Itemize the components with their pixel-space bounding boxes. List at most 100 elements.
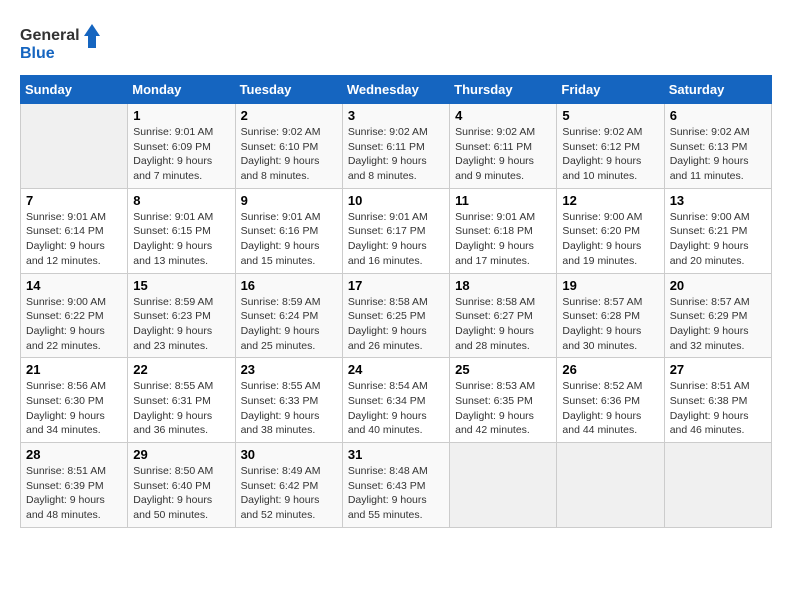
calendar-cell: 25 Sunrise: 8:53 AMSunset: 6:35 PMDayligh… bbox=[450, 358, 557, 443]
day-info: Sunrise: 8:59 AMSunset: 6:24 PMDaylight:… bbox=[241, 295, 337, 354]
calendar-cell: 2Sunrise: 9:02 AMSunset: 6:10 PMDaylight… bbox=[235, 104, 342, 189]
day-info: Sunrise: 9:01 AMSunset: 6:17 PMDaylight:… bbox=[348, 210, 444, 269]
day-info: Sunrise: 8:58 AMSunset: 6:25 PMDaylight:… bbox=[348, 295, 444, 354]
calendar-cell: 29Sunrise: 8:50 AMSunset: 6:40 PMDayligh… bbox=[128, 443, 235, 528]
svg-text:Blue: Blue bbox=[20, 45, 55, 62]
weekday-header-thursday: Thursday bbox=[450, 76, 557, 104]
calendar-cell: 1 Sunrise: 9:01 AMSunset: 6:09 PMDaylight… bbox=[128, 104, 235, 189]
day-number: 18 bbox=[455, 278, 551, 293]
day-info: Sunrise: 9:00 AMSunset: 6:21 PMDaylight:… bbox=[670, 210, 766, 269]
day-info: Sunrise: 9:02 AMSunset: 6:12 PMDaylight:… bbox=[562, 125, 658, 184]
day-info: Sunrise: 8:51 AMSunset: 6:38 PMDaylight:… bbox=[670, 379, 766, 438]
calendar-cell: 21 Sunrise: 8:56 AMSunset: 6:30 PMDayligh… bbox=[21, 358, 128, 443]
day-number: 29 bbox=[133, 447, 229, 462]
day-number: 1 bbox=[133, 108, 229, 123]
day-number: 7 bbox=[26, 193, 122, 208]
day-number: 31 bbox=[348, 447, 444, 462]
day-number: 3 bbox=[348, 108, 444, 123]
calendar-cell bbox=[557, 443, 664, 528]
day-info: Sunrise: 8:59 AMSunset: 6:23 PMDaylight:… bbox=[133, 295, 229, 354]
day-number: 6 bbox=[670, 108, 766, 123]
calendar-week-row: 14 Sunrise: 9:00 AMSunset: 6:22 PMDayligh… bbox=[21, 273, 772, 358]
calendar-cell: 20Sunrise: 8:57 AMSunset: 6:29 PMDayligh… bbox=[664, 273, 771, 358]
calendar-cell: 3 Sunrise: 9:02 AMSunset: 6:11 PMDaylight… bbox=[342, 104, 449, 189]
calendar-cell: 9 Sunrise: 9:01 AMSunset: 6:16 PMDaylight… bbox=[235, 188, 342, 273]
day-info: Sunrise: 9:01 AMSunset: 6:18 PMDaylight:… bbox=[455, 210, 551, 269]
calendar-cell: 8 Sunrise: 9:01 AMSunset: 6:15 PMDaylight… bbox=[128, 188, 235, 273]
day-number: 4 bbox=[455, 108, 551, 123]
logo: General Blue bbox=[20, 20, 100, 65]
day-info: Sunrise: 8:48 AMSunset: 6:43 PMDaylight:… bbox=[348, 464, 444, 523]
calendar-week-row: 28Sunrise: 8:51 AMSunset: 6:39 PMDayligh… bbox=[21, 443, 772, 528]
day-number: 25 bbox=[455, 362, 551, 377]
day-info: Sunrise: 9:02 AMSunset: 6:13 PMDaylight:… bbox=[670, 125, 766, 184]
calendar-cell: 10Sunrise: 9:01 AMSunset: 6:17 PMDayligh… bbox=[342, 188, 449, 273]
day-info: Sunrise: 9:01 AMSunset: 6:16 PMDaylight:… bbox=[241, 210, 337, 269]
day-number: 8 bbox=[133, 193, 229, 208]
day-info: Sunrise: 8:51 AMSunset: 6:39 PMDaylight:… bbox=[26, 464, 122, 523]
day-info: Sunrise: 8:49 AMSunset: 6:42 PMDaylight:… bbox=[241, 464, 337, 523]
calendar-cell: 26Sunrise: 8:52 AMSunset: 6:36 PMDayligh… bbox=[557, 358, 664, 443]
day-number: 9 bbox=[241, 193, 337, 208]
day-number: 16 bbox=[241, 278, 337, 293]
calendar-cell: 16 Sunrise: 8:59 AMSunset: 6:24 PMDayligh… bbox=[235, 273, 342, 358]
calendar-table: SundayMondayTuesdayWednesdayThursdayFrid… bbox=[20, 75, 772, 528]
day-info: Sunrise: 8:58 AMSunset: 6:27 PMDaylight:… bbox=[455, 295, 551, 354]
day-info: Sunrise: 9:00 AMSunset: 6:20 PMDaylight:… bbox=[562, 210, 658, 269]
calendar-cell: 5 Sunrise: 9:02 AMSunset: 6:12 PMDaylight… bbox=[557, 104, 664, 189]
weekday-header-saturday: Saturday bbox=[664, 76, 771, 104]
day-info: Sunrise: 9:02 AMSunset: 6:11 PMDaylight:… bbox=[348, 125, 444, 184]
day-number: 13 bbox=[670, 193, 766, 208]
calendar-week-row: 21 Sunrise: 8:56 AMSunset: 6:30 PMDayligh… bbox=[21, 358, 772, 443]
weekday-header-sunday: Sunday bbox=[21, 76, 128, 104]
day-info: Sunrise: 8:53 AMSunset: 6:35 PMDaylight:… bbox=[455, 379, 551, 438]
day-info: Sunrise: 9:00 AMSunset: 6:22 PMDaylight:… bbox=[26, 295, 122, 354]
day-number: 2 bbox=[241, 108, 337, 123]
calendar-cell bbox=[450, 443, 557, 528]
day-number: 19 bbox=[562, 278, 658, 293]
day-info: Sunrise: 8:55 AMSunset: 6:31 PMDaylight:… bbox=[133, 379, 229, 438]
weekday-header-wednesday: Wednesday bbox=[342, 76, 449, 104]
day-number: 15 bbox=[133, 278, 229, 293]
day-number: 11 bbox=[455, 193, 551, 208]
calendar-cell: 27 Sunrise: 8:51 AMSunset: 6:38 PMDayligh… bbox=[664, 358, 771, 443]
calendar-cell: 30 Sunrise: 8:49 AMSunset: 6:42 PMDayligh… bbox=[235, 443, 342, 528]
calendar-cell: 6 Sunrise: 9:02 AMSunset: 6:13 PMDaylight… bbox=[664, 104, 771, 189]
day-info: Sunrise: 8:54 AMSunset: 6:34 PMDaylight:… bbox=[348, 379, 444, 438]
calendar-cell: 28Sunrise: 8:51 AMSunset: 6:39 PMDayligh… bbox=[21, 443, 128, 528]
day-number: 27 bbox=[670, 362, 766, 377]
day-number: 17 bbox=[348, 278, 444, 293]
weekday-header-tuesday: Tuesday bbox=[235, 76, 342, 104]
day-number: 26 bbox=[562, 362, 658, 377]
calendar-cell: 22 Sunrise: 8:55 AMSunset: 6:31 PMDayligh… bbox=[128, 358, 235, 443]
logo-svg: General Blue bbox=[20, 20, 100, 65]
day-info: Sunrise: 9:01 AMSunset: 6:15 PMDaylight:… bbox=[133, 210, 229, 269]
calendar-cell bbox=[21, 104, 128, 189]
day-number: 23 bbox=[241, 362, 337, 377]
day-number: 5 bbox=[562, 108, 658, 123]
day-number: 30 bbox=[241, 447, 337, 462]
day-number: 22 bbox=[133, 362, 229, 377]
calendar-cell: 18 Sunrise: 8:58 AMSunset: 6:27 PMDayligh… bbox=[450, 273, 557, 358]
day-number: 14 bbox=[26, 278, 122, 293]
calendar-cell: 11 Sunrise: 9:01 AMSunset: 6:18 PMDayligh… bbox=[450, 188, 557, 273]
weekday-header-friday: Friday bbox=[557, 76, 664, 104]
day-info: Sunrise: 8:57 AMSunset: 6:28 PMDaylight:… bbox=[562, 295, 658, 354]
day-info: Sunrise: 9:01 AMSunset: 6:14 PMDaylight:… bbox=[26, 210, 122, 269]
calendar-cell: 12Sunrise: 9:00 AMSunset: 6:20 PMDayligh… bbox=[557, 188, 664, 273]
day-info: Sunrise: 8:55 AMSunset: 6:33 PMDaylight:… bbox=[241, 379, 337, 438]
header: General Blue bbox=[20, 20, 772, 65]
calendar-week-row: 7 Sunrise: 9:01 AMSunset: 6:14 PMDaylight… bbox=[21, 188, 772, 273]
day-info: Sunrise: 9:01 AMSunset: 6:09 PMDaylight:… bbox=[133, 125, 229, 184]
day-number: 24 bbox=[348, 362, 444, 377]
day-number: 21 bbox=[26, 362, 122, 377]
calendar-cell: 19 Sunrise: 8:57 AMSunset: 6:28 PMDayligh… bbox=[557, 273, 664, 358]
weekday-header-monday: Monday bbox=[128, 76, 235, 104]
day-info: Sunrise: 8:56 AMSunset: 6:30 PMDaylight:… bbox=[26, 379, 122, 438]
calendar-cell: 23 Sunrise: 8:55 AMSunset: 6:33 PMDayligh… bbox=[235, 358, 342, 443]
calendar-cell: 13 Sunrise: 9:00 AMSunset: 6:21 PMDayligh… bbox=[664, 188, 771, 273]
calendar-cell: 14 Sunrise: 9:00 AMSunset: 6:22 PMDayligh… bbox=[21, 273, 128, 358]
calendar-cell: 31 Sunrise: 8:48 AMSunset: 6:43 PMDayligh… bbox=[342, 443, 449, 528]
calendar-cell: 17 Sunrise: 8:58 AMSunset: 6:25 PMDayligh… bbox=[342, 273, 449, 358]
day-number: 20 bbox=[670, 278, 766, 293]
